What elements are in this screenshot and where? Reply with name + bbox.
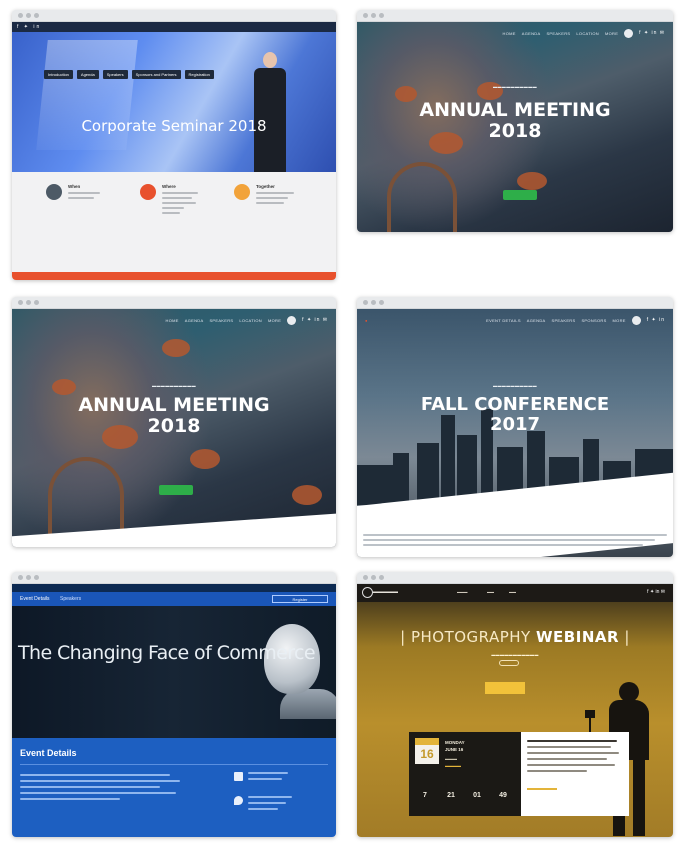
window-titlebar [357, 297, 673, 309]
logo-icon [624, 28, 634, 38]
preview-window-corporate-seminar[interactable]: f ✦ in Introduction Agenda Speakers Spon… [12, 10, 336, 280]
top-nav: ▬▬▬▬▬ ▬▬▬ ▬▬ ▬▬ f ✦ in ✉ [357, 584, 673, 602]
window-titlebar [12, 572, 336, 584]
tab-speakers[interactable]: Speakers [102, 70, 128, 79]
preview-window-commerce[interactable]: Event Details Speakers Register The Chan… [12, 572, 336, 837]
hero-subtitle-bar: ▬▬▬▬▬▬▬▬▬▬▬ [491, 652, 539, 657]
preview-window-fall-conference[interactable]: ● Event Details Agenda Speakers Sponsors… [357, 297, 673, 557]
social-icons: f ✦ in ✉ [302, 317, 328, 323]
social-icons: f ✦ in ✉ [639, 30, 665, 36]
logo-icon [362, 587, 373, 598]
preview-window-annual-meeting-2[interactable]: Home Agenda Speakers Location More f ✦ i… [12, 297, 336, 547]
hero-title: ANNUAL MEETING 2018 [419, 99, 611, 142]
hero-subtitle-bar: ▬▬▬▬▬▬▬▬▬▬ [493, 383, 537, 388]
tab-sponsors[interactable]: Sponsors and Partners [131, 70, 181, 79]
clock-icon [46, 184, 62, 200]
social-icons: f ✦ in [17, 24, 42, 30]
intro-paragraph [363, 534, 667, 549]
tab-registration[interactable]: Registration [184, 70, 214, 79]
top-nav: Home Agenda Speakers Location More f ✦ i… [165, 315, 328, 325]
window-controls [18, 300, 39, 305]
features-section: When Where Together [12, 172, 336, 280]
site-screenshot: Home Agenda Speakers Location More f ✦ i… [357, 22, 673, 232]
logo-icon [631, 315, 641, 325]
register-button[interactable] [485, 682, 525, 694]
register-button[interactable] [503, 190, 537, 200]
countdown-hours: 21 [447, 792, 455, 799]
calendar-icon: 16 [415, 738, 439, 764]
countdown-seconds: 49 [499, 792, 507, 799]
preview-window-photography-webinar[interactable]: ▬▬▬▬▬ ▬▬▬ ▬▬ ▬▬ f ✦ in ✉ | PHOTOGRAPHY W… [357, 572, 673, 837]
preview-window-annual-meeting-1[interactable]: Home Agenda Speakers Location More f ✦ i… [357, 10, 673, 232]
calendar-icon [234, 772, 243, 781]
site-screenshot: ▬▬▬▬▬ ▬▬▬ ▬▬ ▬▬ f ✦ in ✉ | PHOTOGRAPHY W… [357, 584, 673, 837]
event-date-card: 16 MONDAY JUNE 16 ▬▬▬ ▬▬▬▬ 7 21 01 49 [409, 732, 521, 816]
top-utility-bar [12, 584, 336, 592]
hero-subtitle-bar: ▬▬▬▬▬▬▬▬▬▬ [152, 383, 196, 388]
site-screenshot: ● Event Details Agenda Speakers Sponsors… [357, 309, 673, 557]
social-icons: f ✦ in [646, 317, 665, 323]
nav-event-details[interactable]: Event Details [20, 596, 49, 602]
hero-title: FALL CONFERENCE 2017 [420, 394, 610, 435]
location-pin-icon [234, 796, 243, 805]
event-description-card [521, 732, 629, 816]
photographer-silhouette [619, 682, 639, 702]
top-bar: f ✦ in [12, 22, 336, 32]
register-button[interactable] [159, 485, 193, 495]
window-controls [363, 13, 384, 18]
speaker-photo [250, 40, 290, 172]
footer-accent-bar [12, 272, 336, 280]
top-nav: Home Agenda Speakers Location More f ✦ i… [502, 28, 665, 38]
window-controls [18, 575, 39, 580]
hero-title: The Changing Face of Commerce [18, 642, 316, 664]
countdown-days: 7 [423, 792, 427, 799]
section-tabs: Introduction Agenda Speakers Sponsors an… [44, 70, 214, 79]
hero-title: ANNUAL MEETING 2018 [78, 394, 270, 437]
brand-name: ▬▬▬▬▬ [373, 589, 398, 595]
register-button[interactable]: Register [272, 595, 328, 603]
main-nav: Event Details Speakers Register [12, 592, 336, 606]
site-screenshot: f ✦ in Introduction Agenda Speakers Spon… [12, 22, 336, 280]
window-controls [363, 575, 384, 580]
badge [499, 660, 519, 666]
window-titlebar [357, 572, 673, 584]
camera-tripod [585, 710, 595, 718]
location-icon [140, 184, 156, 200]
window-controls [18, 13, 39, 18]
logo-icon [287, 315, 297, 325]
site-screenshot: Event Details Speakers Register The Chan… [12, 584, 336, 837]
window-titlebar [12, 297, 336, 309]
read-more-link[interactable] [527, 788, 557, 790]
tab-introduction[interactable]: Introduction [44, 70, 73, 79]
window-controls [363, 300, 384, 305]
countdown-minutes: 01 [473, 792, 481, 799]
tab-agenda[interactable]: Agenda [76, 70, 99, 79]
nav-speakers[interactable]: Speakers [60, 596, 81, 602]
social-icons: f ✦ in ✉ [647, 589, 665, 595]
hero-image [12, 22, 336, 172]
event-details-section: Event Details [12, 738, 336, 837]
section-heading: Event Details [20, 748, 77, 758]
window-titlebar [12, 10, 336, 22]
site-screenshot: Home Agenda Speakers Location More f ✦ i… [12, 309, 336, 547]
top-nav: ● Event Details Agenda Speakers Sponsors… [365, 315, 665, 325]
people-icon [234, 184, 250, 200]
hero-title: | PHOTOGRAPHY WEBINAR | [400, 628, 630, 646]
hero-subtitle-bar: ▬▬▬▬▬▬▬▬▬▬ [493, 84, 537, 89]
hero-title: Corporate Seminar 2018 [81, 117, 267, 135]
window-titlebar [357, 10, 673, 22]
